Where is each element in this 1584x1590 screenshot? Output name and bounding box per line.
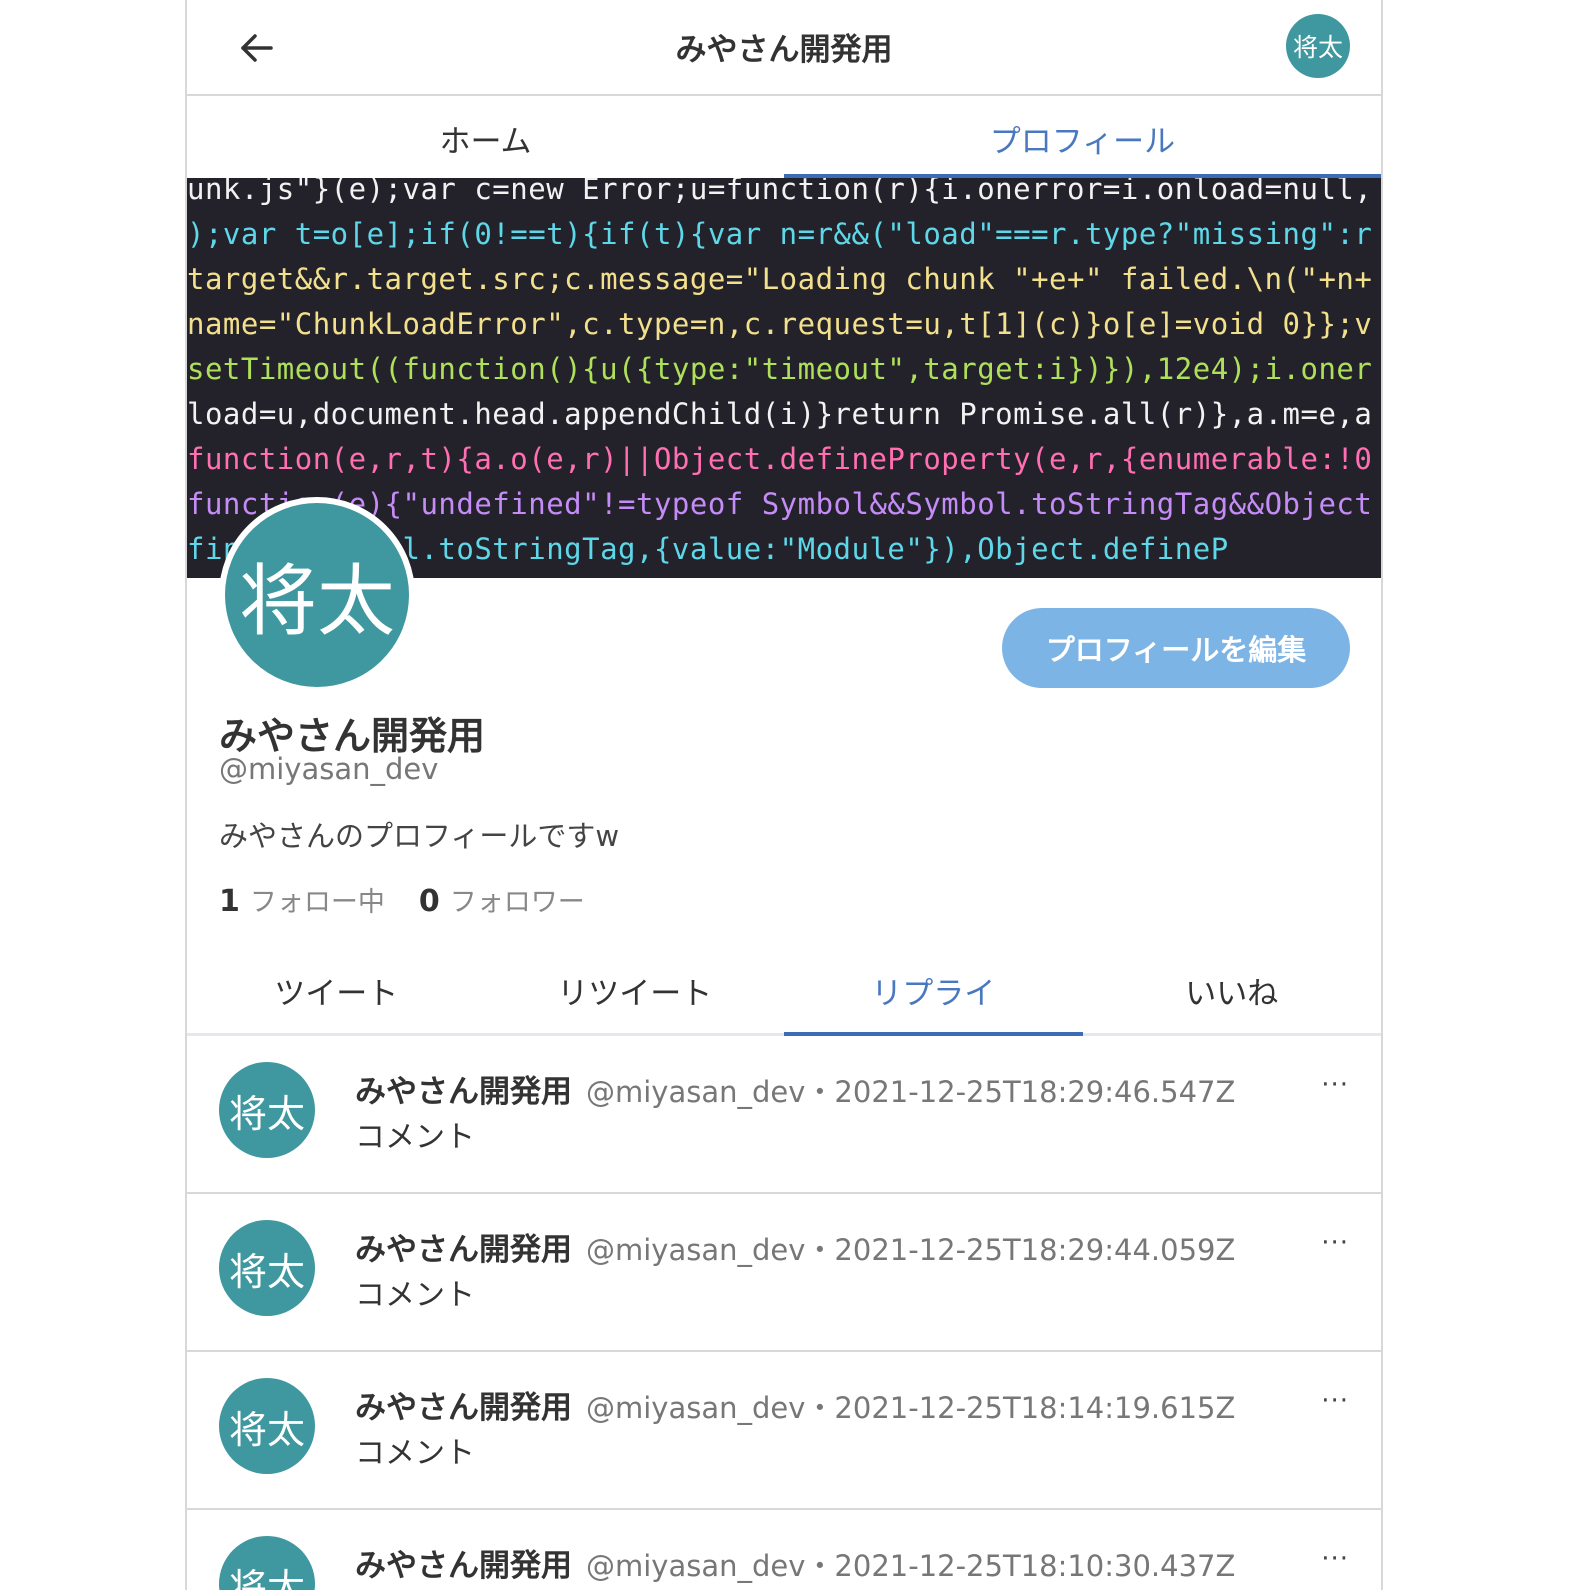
tab-home[interactable]: ホーム	[187, 96, 784, 178]
tweet-author-handle: @miyasan_dev	[586, 1233, 806, 1267]
tweet-avatar[interactable]: 将太	[219, 1220, 315, 1316]
tweet-avatar[interactable]: 将太	[219, 1062, 315, 1158]
tweet-header: みやさん開発用 @miyasan_dev・2021-12-25T18:14:19.…	[355, 1382, 1235, 1427]
tweet-author-name: みやさん開発用	[355, 1232, 572, 1268]
tweet-timestamp: ・2021-12-25T18:14:19.615Z	[805, 1391, 1236, 1425]
banner-code-line: setTimeout((function(){u({type:"timeout"…	[187, 352, 1373, 386]
profile-tabs: ツイート リツイート リプライ いいね	[187, 948, 1381, 1036]
tweet-list: 将太 みやさん開発用 @miyasan_dev・2021-12-25T18:29:…	[187, 1036, 1381, 1590]
tweet-author-name: みやさん開発用	[355, 1074, 572, 1110]
following-count: 1	[219, 884, 240, 919]
tab-replies[interactable]: リプライ	[784, 948, 1083, 1036]
page-title: みやさん開発用	[675, 32, 893, 68]
tweet-author-name: みやさん開発用	[355, 1390, 572, 1426]
tweet-header: みやさん開発用 @miyasan_dev・2021-12-25T18:29:44.…	[355, 1224, 1235, 1269]
more-options-icon[interactable]: ···	[1321, 1544, 1349, 1574]
tweet-header: みやさん開発用 @miyasan_dev・2021-12-25T18:29:46.…	[355, 1066, 1235, 1111]
tweet-timestamp: ・2021-12-25T18:29:44.059Z	[805, 1233, 1236, 1267]
tweet-header: みやさん開発用 @miyasan_dev・2021-12-25T18:10:30.…	[355, 1540, 1235, 1585]
account-avatar[interactable]: 将太	[1286, 14, 1350, 78]
profile-handle: @miyasan_dev	[219, 752, 439, 786]
followers-link[interactable]: 0 フォロワー	[419, 880, 585, 919]
tweet-text: コメント	[355, 1120, 475, 1155]
edit-profile-button[interactable]: プロフィールを編集	[1002, 608, 1350, 688]
banner-code-line: function(e,r,t){a.o(e,r)||Object.defineP…	[187, 442, 1373, 476]
tweet-author-handle: @miyasan_dev	[586, 1549, 806, 1583]
profile-avatar: 将太	[219, 497, 415, 693]
following-label: フォロー中	[249, 887, 385, 918]
tweet-author-handle: @miyasan_dev	[586, 1075, 806, 1109]
profile-bio: みやさんのプロフィールですw	[219, 819, 620, 853]
more-options-icon[interactable]: ···	[1321, 1386, 1349, 1416]
tweet-avatar[interactable]: 将太	[219, 1536, 315, 1590]
tab-tweets[interactable]: ツイート	[187, 948, 486, 1033]
tab-profile[interactable]: プロフィール	[784, 96, 1381, 178]
tweet-author-name: みやさん開発用	[355, 1548, 572, 1584]
tweet-item[interactable]: 将太 みやさん開発用 @miyasan_dev・2021-12-25T18:29:…	[187, 1036, 1381, 1194]
banner-code-line: unk.js"}(e);var c=new Error;u=function(r…	[187, 178, 1373, 206]
banner-code-line: target&&r.target.src;c.message="Loading …	[187, 262, 1373, 296]
banner-code-line: name="ChunkLoadError",c.type=n,c.request…	[187, 307, 1373, 341]
tweet-author-handle: @miyasan_dev	[586, 1391, 806, 1425]
tab-retweets[interactable]: リツイート	[486, 948, 785, 1033]
tweet-item[interactable]: 将太 みやさん開発用 @miyasan_dev・2021-12-25T18:10:…	[187, 1510, 1381, 1590]
banner-code-line: );var t=o[e];if(0!==t){if(t){var n=r&&("…	[187, 217, 1373, 251]
follow-stats: 1 フォロー中 0 フォロワー	[219, 880, 619, 919]
followers-label: フォロワー	[449, 887, 585, 918]
followers-count: 0	[418, 884, 440, 919]
tweet-avatar[interactable]: 将太	[219, 1378, 315, 1474]
more-options-icon[interactable]: ···	[1321, 1228, 1349, 1258]
following-link[interactable]: 1 フォロー中	[219, 880, 385, 919]
tweet-item[interactable]: 将太 みやさん開発用 @miyasan_dev・2021-12-25T18:29:…	[187, 1194, 1381, 1352]
top-bar: みやさん開発用 将太	[187, 0, 1381, 96]
tweet-text: コメント	[355, 1436, 475, 1471]
banner-code-line: load=u,document.head.appendChild(i)}retu…	[187, 397, 1373, 431]
tweet-item[interactable]: 将太 みやさん開発用 @miyasan_dev・2021-12-25T18:14:…	[187, 1352, 1381, 1510]
tweet-timestamp: ・2021-12-25T18:29:46.547Z	[805, 1075, 1236, 1109]
tweet-timestamp: ・2021-12-25T18:10:30.437Z	[805, 1549, 1236, 1583]
tweet-text: コメント	[355, 1278, 475, 1313]
main-nav: ホーム プロフィール	[187, 96, 1381, 178]
more-options-icon[interactable]: ···	[1321, 1070, 1349, 1100]
app-container: みやさん開発用 将太 ホーム プロフィール unk.js"}(e);var c=…	[185, 0, 1383, 1590]
tab-likes[interactable]: いいね	[1083, 948, 1382, 1033]
